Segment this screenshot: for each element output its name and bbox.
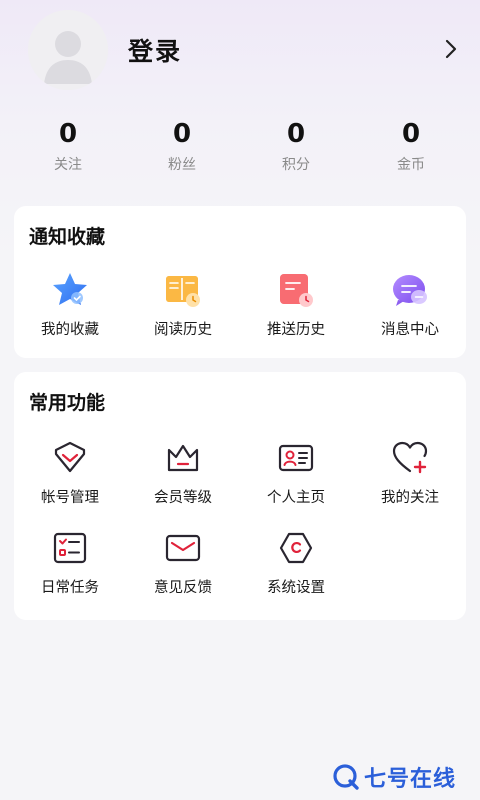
stat-coins[interactable]: 0 金币: [371, 118, 451, 174]
task-list-icon: [53, 532, 87, 564]
stat-value: 0: [172, 119, 192, 149]
stat-label: 积分: [282, 157, 310, 173]
stat-value: 0: [286, 119, 306, 149]
section-title: 常用功能: [29, 392, 106, 414]
q-logo-icon: [333, 764, 359, 790]
id-card-icon: [278, 444, 314, 472]
item-label: 我的关注: [381, 490, 439, 506]
profile-header[interactable]: 登录: [0, 0, 480, 100]
book-history-icon: [166, 276, 200, 307]
account-management-item[interactable]: 帐号管理: [15, 438, 125, 507]
section-title: 通知收藏: [29, 226, 106, 248]
my-following-item[interactable]: 我的关注: [355, 438, 465, 507]
item-label: 意见反馈: [154, 580, 212, 596]
stat-value: 0: [401, 119, 421, 149]
item-label: 我的收藏: [41, 322, 99, 338]
message-center-item[interactable]: 消息中心: [355, 270, 465, 339]
member-level-item[interactable]: 会员等级: [128, 438, 238, 507]
push-history-item[interactable]: 推送历史: [241, 270, 351, 339]
stat-label: 金币: [397, 157, 425, 173]
item-label: 阅读历史: [154, 322, 212, 338]
mail-icon: [165, 534, 201, 562]
stat-following[interactable]: 0 关注: [28, 118, 108, 174]
item-label: 帐号管理: [41, 490, 99, 506]
stat-points[interactable]: 0 积分: [256, 118, 336, 174]
watermark-logo: 七号在线: [332, 762, 456, 792]
stat-followers[interactable]: 0 粉丝: [142, 118, 222, 174]
push-history-icon: [280, 274, 313, 307]
item-label: 会员等级: [154, 490, 212, 506]
functions-card: 常用功能 帐号管理 会员等级 个人主页 我的关注 日常任务 意见反馈 系统设置: [14, 372, 466, 620]
item-label: 系统设置: [267, 580, 325, 596]
my-favorites-item[interactable]: 我的收藏: [15, 270, 125, 339]
stat-value: 0: [58, 119, 78, 149]
stats-row: 0 关注 0 粉丝 0 积分 0 金币: [0, 118, 480, 182]
notify-card: 通知收藏 我的收藏 阅读历史 推送历史 消息中心: [14, 206, 466, 358]
system-settings-item[interactable]: 系统设置: [241, 528, 351, 597]
personal-homepage-item[interactable]: 个人主页: [241, 438, 351, 507]
login-link[interactable]: 登录: [128, 32, 182, 68]
stat-label: 关注: [54, 157, 82, 173]
feedback-item[interactable]: 意见反馈: [128, 528, 238, 597]
star-icon: [53, 273, 87, 305]
crown-icon: [167, 444, 199, 472]
account-icon: [54, 441, 86, 473]
item-label: 消息中心: [381, 322, 439, 338]
heart-plus-icon: [392, 441, 428, 474]
item-label: 个人主页: [267, 490, 325, 506]
chevron-right-icon[interactable]: [440, 36, 462, 62]
daily-tasks-item[interactable]: 日常任务: [15, 528, 125, 597]
message-icon: [393, 275, 427, 306]
item-label: 推送历史: [267, 322, 325, 338]
avatar[interactable]: [28, 10, 108, 90]
item-label: 日常任务: [41, 580, 99, 596]
settings-icon: [279, 532, 313, 564]
default-avatar-icon: [28, 10, 108, 90]
watermark-text: 七号在线: [364, 767, 457, 792]
stat-label: 粉丝: [168, 157, 196, 173]
reading-history-item[interactable]: 阅读历史: [128, 270, 238, 339]
